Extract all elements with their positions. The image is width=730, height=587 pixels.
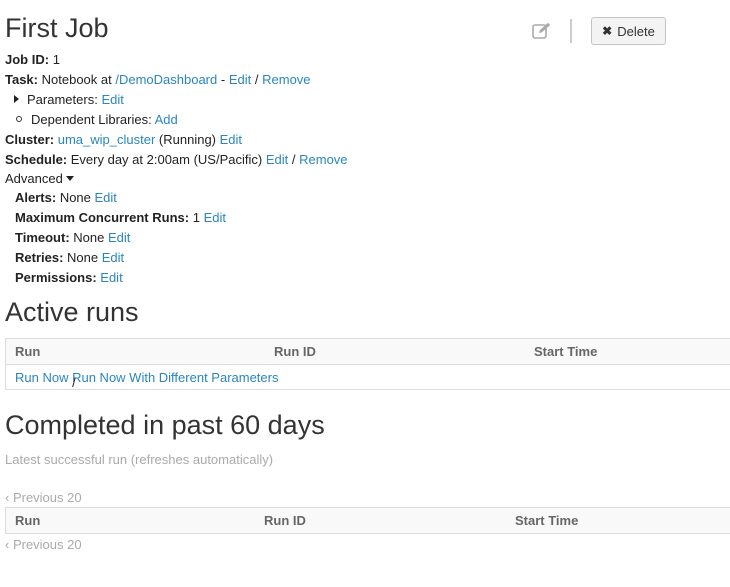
job-id-value: 1	[52, 52, 60, 67]
active-runs-actions-row: Run Now / Run Now With Different Paramet…	[5, 364, 730, 390]
max-concurrent-runs-edit-link[interactable]: Edit	[204, 210, 226, 225]
max-concurrent-runs-row: Maximum Concurrent Runs: 1 Edit	[15, 210, 226, 225]
cluster-edit-link[interactable]: Edit	[220, 132, 242, 147]
permissions-row: Permissions: Edit	[15, 270, 123, 285]
permissions-edit-link[interactable]: Edit	[100, 270, 122, 285]
schedule-label: Schedule:	[5, 152, 68, 167]
delete-button-label: Delete	[617, 23, 655, 39]
job-id-row: Job ID: 1	[5, 52, 60, 67]
edit-job-icon[interactable]	[532, 22, 552, 40]
parameters-edit-link[interactable]: Edit	[101, 92, 123, 107]
page-title: First Job	[5, 13, 109, 43]
column-header-run: Run	[15, 344, 41, 359]
task-row: Task: Notebook at /DemoDashboard - Edit …	[5, 72, 311, 87]
alerts-label: Alerts:	[15, 190, 57, 205]
previous-page-link-bottom[interactable]: ‹ Previous 20	[5, 537, 82, 552]
permissions-label: Permissions:	[15, 270, 97, 285]
retries-row: Retries: None Edit	[15, 250, 124, 265]
advanced-label: Advanced	[5, 171, 63, 186]
retries-edit-link[interactable]: Edit	[102, 250, 124, 265]
task-text: Notebook at	[41, 72, 112, 87]
caret-down-icon	[65, 176, 74, 181]
dependent-libraries-label: Dependent Libraries:	[31, 112, 152, 127]
retries-value: None	[67, 250, 99, 265]
advanced-toggle[interactable]: Advanced	[5, 171, 74, 186]
delete-button[interactable]: ✖ Delete	[591, 17, 666, 45]
schedule-edit-link[interactable]: Edit	[266, 152, 288, 167]
column-header-start-time: Start Time	[534, 344, 598, 359]
timeout-edit-link[interactable]: Edit	[108, 230, 130, 245]
max-concurrent-runs-value: 1	[192, 210, 200, 225]
active-runs-heading: Active runs	[5, 297, 139, 327]
task-label: Task:	[5, 72, 38, 87]
task-remove-link[interactable]: Remove	[262, 72, 310, 87]
header-divider	[570, 19, 572, 43]
retries-label: Retries:	[15, 250, 64, 265]
parameters-row: Parameters: Edit	[14, 92, 124, 107]
cluster-status: (Running)	[158, 132, 217, 147]
schedule-remove-link[interactable]: Remove	[299, 152, 347, 167]
alerts-edit-link[interactable]: Edit	[95, 190, 117, 205]
cluster-link[interactable]: uma_wip_cluster	[58, 132, 156, 147]
column-header-run: Run	[15, 513, 41, 528]
task-separator: -	[220, 72, 226, 87]
completed-runs-header-row: Run Run ID Start Time	[5, 508, 730, 533]
timeout-row: Timeout: None Edit	[15, 230, 130, 245]
previous-page-link-top[interactable]: ‹ Previous 20	[5, 490, 82, 505]
caret-right-icon[interactable]	[14, 95, 19, 103]
dependent-libraries-row: Dependent Libraries: Add	[16, 112, 178, 127]
x-icon: ✖	[602, 24, 613, 38]
cluster-label: Cluster:	[5, 132, 55, 147]
task-edit-link[interactable]: Edit	[229, 72, 251, 87]
dependent-libraries-add-link[interactable]: Add	[155, 112, 178, 127]
active-runs-header-row: Run Run ID Start Time	[5, 339, 730, 364]
bullet-icon	[16, 116, 22, 122]
completed-runs-heading: Completed in past 60 days	[5, 410, 325, 440]
column-header-run-id: Run ID	[274, 344, 316, 359]
task-notebook-link[interactable]: /DemoDashboard	[115, 72, 217, 87]
alerts-value: None	[59, 190, 91, 205]
schedule-text: Every day at 2:00am (US/Pacific)	[70, 152, 263, 167]
cluster-row: Cluster: uma_wip_cluster (Running) Edit	[5, 132, 242, 147]
parameters-label: Parameters:	[27, 92, 98, 107]
run-now-slash: /	[72, 375, 76, 390]
column-header-start-time: Start Time	[515, 513, 579, 528]
timeout-label: Timeout:	[15, 230, 70, 245]
task-slash: /	[254, 72, 259, 87]
timeout-value: None	[73, 230, 105, 245]
schedule-slash: /	[291, 152, 296, 167]
pencil-square-icon	[532, 22, 551, 39]
completed-runs-table: Run Run ID Start Time	[5, 507, 730, 534]
alerts-row: Alerts: None Edit	[15, 190, 117, 205]
completed-subtitle: Latest successful run (refreshes automat…	[5, 452, 274, 467]
run-now-with-parameters-link[interactable]: Run Now With Different Parameters	[72, 370, 278, 385]
active-runs-table: Run Run ID Start Time Run Now / Run Now …	[5, 338, 730, 390]
job-id-label: Job ID:	[5, 52, 50, 67]
run-now-link[interactable]: Run Now	[15, 370, 68, 385]
column-header-run-id: Run ID	[264, 513, 306, 528]
max-concurrent-runs-label: Maximum Concurrent Runs:	[15, 210, 190, 225]
schedule-row: Schedule: Every day at 2:00am (US/Pacifi…	[5, 152, 348, 167]
